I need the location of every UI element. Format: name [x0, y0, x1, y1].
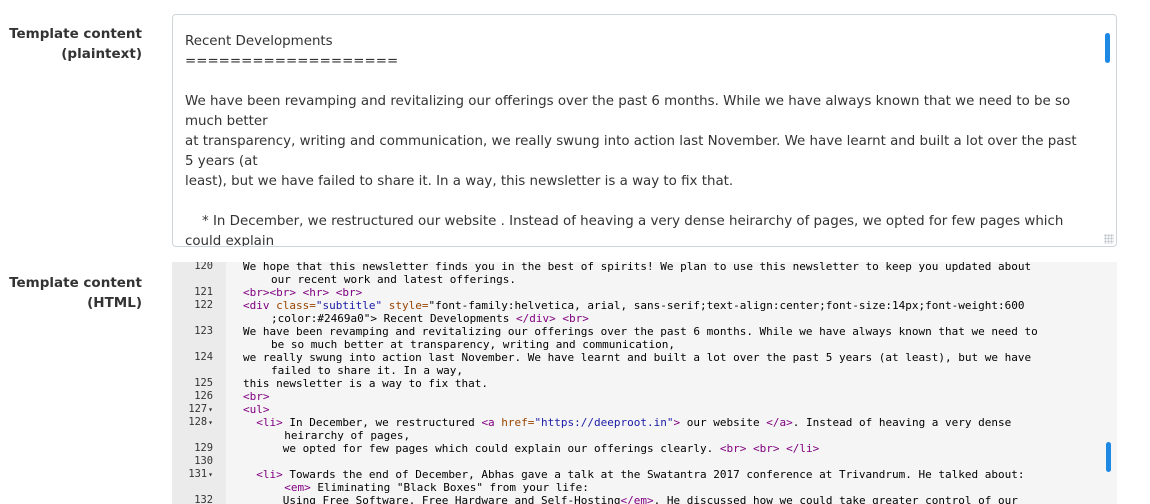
line-number: 125: [172, 377, 226, 390]
code-text-wrapped: failed to share it. In a way,: [271, 364, 464, 377]
line-number: 129: [172, 442, 226, 455]
code-text-wrapped: ;color:#2469a0"> Recent Developments </d…: [271, 312, 589, 325]
line-number-text: 128: [188, 416, 208, 428]
code-text: we opted for few pages which could expla…: [226, 442, 1102, 455]
code-lines[interactable]: 120 We hope that this newsletter finds yo…: [172, 262, 1102, 504]
plaintext-line: Recent Developments: [185, 34, 333, 49]
plaintext-line: [185, 72, 1088, 92]
fold-arrow-icon[interactable]: ▾: [208, 418, 213, 427]
plaintext-line: ===================: [185, 54, 399, 69]
line-number-text: 126: [194, 390, 213, 402]
code-line[interactable]: 130: [172, 455, 1102, 468]
code-line[interactable]: 120 We hope that this newsletter finds yo…: [172, 262, 1102, 286]
line-number-text: 131: [188, 468, 208, 480]
code-line[interactable]: 127▾ <ul>: [172, 403, 1102, 416]
code-text: <div class="subtitle" style="font-family…: [226, 299, 1102, 325]
line-number-text: 121: [194, 286, 213, 298]
line-number-text: 123: [194, 325, 213, 337]
plaintext-line: We have been revamping and revitalizing …: [185, 94, 1075, 129]
line-number-text: 127: [188, 403, 208, 415]
code-text: this newsletter is a way to fix that.: [226, 377, 1102, 390]
code-text: we really swung into action last Novembe…: [226, 351, 1102, 377]
code-text: We have been revamping and revitalizing …: [226, 325, 1102, 351]
html-label-line2: (HTML): [87, 295, 142, 311]
plaintext-scrollbar-thumb[interactable]: [1105, 33, 1110, 63]
line-number-text: 122: [194, 299, 213, 311]
plaintext-line: [185, 192, 1088, 212]
code-text-main: We hope that this newsletter finds you i…: [243, 262, 1032, 273]
code-line[interactable]: 131▾ <li> Towards the end of December, A…: [172, 468, 1102, 494]
line-number: 121: [172, 286, 226, 299]
html-label: Template content (HTML): [0, 273, 142, 313]
code-text-wrapped: our recent work and latest offerings.: [271, 273, 517, 286]
code-line[interactable]: 123 We have been revamping and revitalizi…: [172, 325, 1102, 351]
html-label-line1: Template content: [9, 275, 142, 291]
plaintext-label: Template content (plaintext): [0, 24, 142, 64]
line-number: 131▾: [172, 468, 226, 494]
plaintext-content[interactable]: Recent Developments =================== We…: [185, 32, 1088, 247]
code-scrollbar-thumb[interactable]: [1106, 442, 1111, 472]
code-line[interactable]: 132 Using Free Software, Free Hardware a…: [172, 494, 1102, 504]
plaintext-line: * In December, we restructured our websi…: [185, 214, 1068, 247]
line-number: 120: [172, 262, 226, 286]
code-line[interactable]: 125 this newsletter is a way to fix that.: [172, 377, 1102, 390]
plaintext-label-line1: Template content: [9, 26, 142, 42]
line-number-text: 125: [194, 377, 213, 389]
code-text: <li> In December, we restructured <a hre…: [226, 416, 1102, 442]
code-text-main: [243, 455, 250, 468]
code-line[interactable]: 121 <br><br> <hr> <br>: [172, 286, 1102, 299]
line-number-text: 130: [194, 455, 213, 467]
html-code-editor[interactable]: 120 We hope that this newsletter finds yo…: [172, 262, 1117, 504]
code-line[interactable]: 124 we really swung into action last Nove…: [172, 351, 1102, 377]
plaintext-line: least), but we have failed to share it. …: [185, 174, 734, 189]
code-text-wrapped: be so much better at transparency, writi…: [271, 338, 675, 351]
code-text: <li> Towards the end of December, Abhas …: [226, 468, 1102, 494]
code-text-main: We have been revamping and revitalizing …: [243, 325, 1038, 338]
plaintext-textarea[interactable]: Recent Developments =================== We…: [172, 14, 1117, 247]
line-number-text: 124: [194, 351, 213, 363]
plaintext-label-line2: (plaintext): [61, 46, 142, 62]
code-text: Using Free Software, Free Hardware and S…: [226, 494, 1102, 504]
line-number: 122: [172, 299, 226, 325]
code-text-main: we really swung into action last Novembe…: [243, 351, 1032, 364]
code-text-main: this newsletter is a way to fix that.: [243, 377, 489, 390]
code-line[interactable]: 128▾ <li> In December, we restructured <…: [172, 416, 1102, 442]
code-text-wrapped: heirarchy of pages,: [271, 429, 411, 442]
resize-grip-icon[interactable]: [1104, 234, 1114, 244]
line-number: 124: [172, 351, 226, 377]
line-number-text: 129: [194, 442, 213, 454]
code-text-wrapped: <em> Eliminating "Black Boxes" from your…: [284, 481, 589, 494]
fold-arrow-icon[interactable]: ▾: [208, 470, 213, 479]
code-text: <br>: [226, 390, 1102, 403]
code-line[interactable]: 129 we opted for few pages which could e…: [172, 442, 1102, 455]
code-text-main: <li> In December, we restructured <a hre…: [256, 416, 1012, 429]
fold-arrow-icon[interactable]: ▾: [208, 405, 213, 414]
line-number-text: 120: [194, 262, 213, 272]
code-line[interactable]: 126 <br>: [172, 390, 1102, 403]
code-text-main: <ul>: [243, 403, 270, 416]
code-text: We hope that this newsletter finds you i…: [226, 262, 1102, 286]
line-number: 128▾: [172, 416, 226, 442]
line-number: 126: [172, 390, 226, 403]
code-text-main: we opted for few pages which could expla…: [243, 442, 820, 455]
code-text: <ul>: [226, 403, 1102, 416]
line-number: 127▾: [172, 403, 226, 416]
code-text: <br><br> <hr> <br>: [226, 286, 1102, 299]
line-number: 130: [172, 455, 226, 468]
code-text: [226, 455, 1102, 468]
plaintext-line: at transparency, writing and communicati…: [185, 134, 1081, 169]
line-number: 123: [172, 325, 226, 351]
code-text-main: <br>: [243, 390, 270, 403]
code-text-main: <li> Towards the end of December, Abhas …: [256, 468, 1025, 481]
code-line[interactable]: 122 <div class="subtitle" style="font-fam…: [172, 299, 1102, 325]
line-number-text: 132: [194, 494, 213, 504]
code-text-main: <div class="subtitle" style="font-family…: [243, 299, 1025, 312]
code-text-main: <br><br> <hr> <br>: [243, 286, 363, 299]
line-number: 132: [172, 494, 226, 504]
code-text-main: Using Free Software, Free Hardware and S…: [243, 494, 1018, 504]
